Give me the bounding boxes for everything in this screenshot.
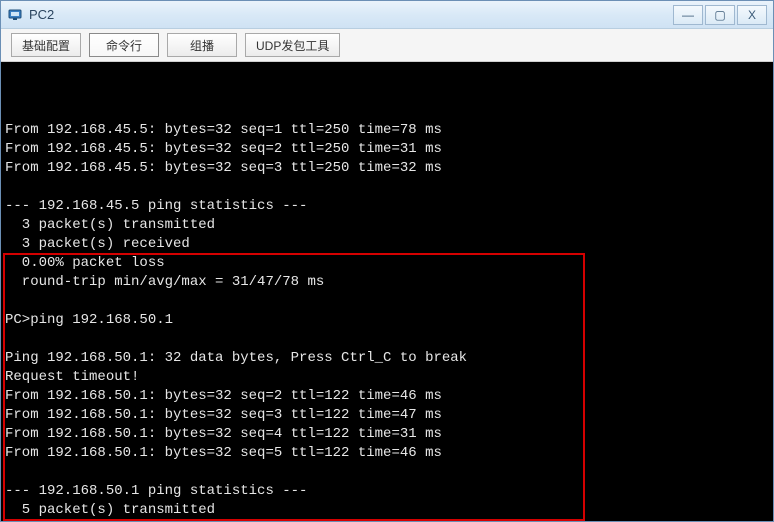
terminal-line: --- 192.168.45.5 ping statistics ---: [5, 197, 769, 216]
terminal-line: [5, 178, 769, 197]
tab-basic-config[interactable]: 基础配置: [11, 33, 81, 57]
app-icon: [7, 7, 23, 23]
terminal-line: From 192.168.50.1: bytes=32 seq=5 ttl=12…: [5, 444, 769, 463]
terminal-line: Request timeout!: [5, 368, 769, 387]
terminal-line: From 192.168.45.5: bytes=32 seq=2 ttl=25…: [5, 140, 769, 159]
terminal-line: PC>ping 192.168.50.1: [5, 311, 769, 330]
terminal-line: 5 packet(s) transmitted: [5, 501, 769, 520]
terminal-line: [5, 330, 769, 349]
window-title: PC2: [29, 7, 671, 22]
tab-udp-tool[interactable]: UDP发包工具: [245, 33, 340, 57]
terminal-line: 3 packet(s) received: [5, 235, 769, 254]
terminal-line: 3 packet(s) transmitted: [5, 216, 769, 235]
terminal-line: 4 packet(s) received: [5, 520, 769, 521]
terminal-line: --- 192.168.50.1 ping statistics ---: [5, 482, 769, 501]
terminal-line: [5, 463, 769, 482]
terminal-output[interactable]: From 192.168.45.5: bytes=32 seq=1 ttl=25…: [1, 62, 773, 521]
minimize-button[interactable]: —: [673, 5, 703, 25]
close-button[interactable]: X: [737, 5, 767, 25]
terminal-line: From 192.168.45.5: bytes=32 seq=3 ttl=25…: [5, 159, 769, 178]
maximize-button[interactable]: ▢: [705, 5, 735, 25]
terminal-line: From 192.168.50.1: bytes=32 seq=3 ttl=12…: [5, 406, 769, 425]
terminal-line: 0.00% packet loss: [5, 254, 769, 273]
terminal-line: From 192.168.50.1: bytes=32 seq=4 ttl=12…: [5, 425, 769, 444]
app-window: PC2 — ▢ X 基础配置 命令行 组播 UDP发包工具 From 192.1…: [0, 0, 774, 522]
terminal-line: Ping 192.168.50.1: 32 data bytes, Press …: [5, 349, 769, 368]
tab-multicast[interactable]: 组播: [167, 33, 237, 57]
tab-command-line[interactable]: 命令行: [89, 33, 159, 57]
terminal-line: From 192.168.50.1: bytes=32 seq=2 ttl=12…: [5, 387, 769, 406]
window-controls: — ▢ X: [671, 5, 767, 25]
terminal-line: [5, 292, 769, 311]
tab-toolbar: 基础配置 命令行 组播 UDP发包工具: [1, 29, 773, 62]
terminal-line: From 192.168.45.5: bytes=32 seq=1 ttl=25…: [5, 121, 769, 140]
terminal-line: round-trip min/avg/max = 31/47/78 ms: [5, 273, 769, 292]
titlebar: PC2 — ▢ X: [1, 1, 773, 29]
